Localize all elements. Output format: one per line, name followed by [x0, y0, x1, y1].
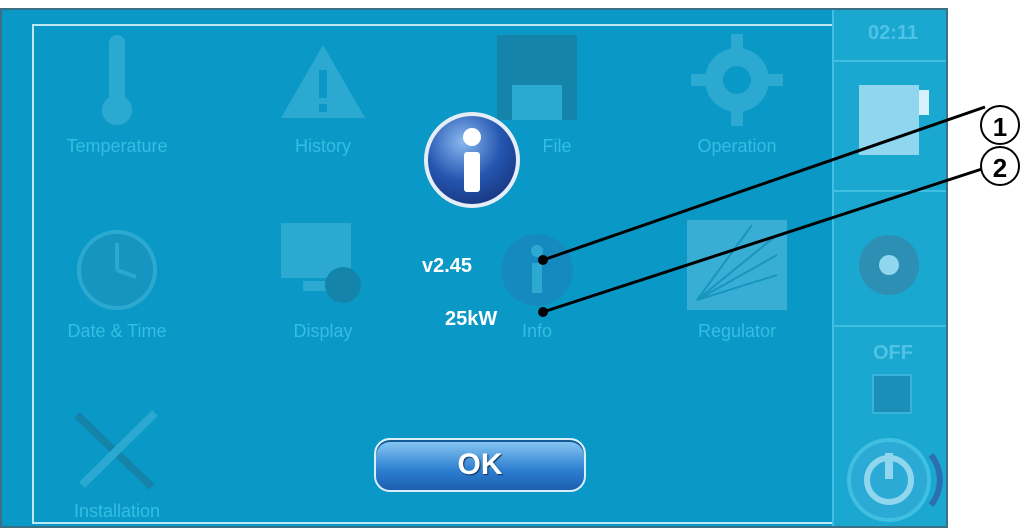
- callout-2: 2: [980, 146, 1020, 186]
- callout-lines: [538, 105, 986, 317]
- callout-1: 1: [980, 105, 1020, 145]
